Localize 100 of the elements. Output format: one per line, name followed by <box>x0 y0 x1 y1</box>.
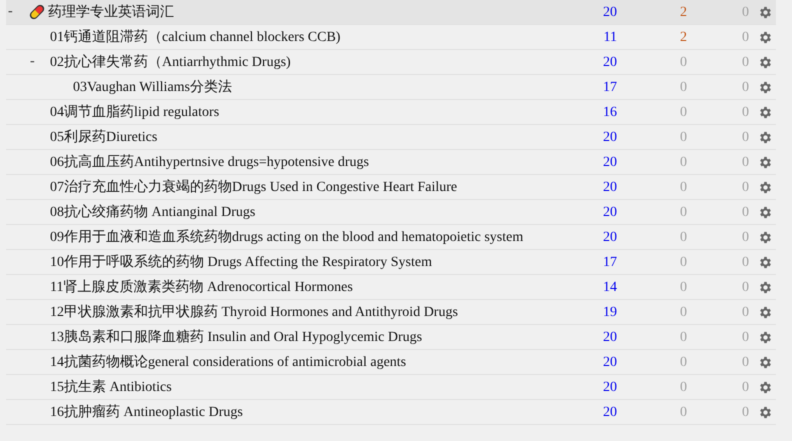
settings-icon[interactable] <box>758 380 772 394</box>
card-count: 20 <box>602 54 617 72</box>
deck-name[interactable]: 05利尿药Diuretics <box>50 126 158 148</box>
settings-icon[interactable] <box>758 154 772 170</box>
deck-row[interactable]: 07治疗充血性心力衰竭的药物Drugs Used in Congestive Heart Failure 20 0 0 <box>6 175 776 200</box>
card-count: 20 <box>602 178 617 196</box>
deck-name[interactable]: 15抗生素 Antibiotics <box>50 376 172 398</box>
card-count: 0 <box>679 204 687 222</box>
settings-icon[interactable] <box>758 304 772 320</box>
deck-name[interactable]: 16抗肿瘤药 Antineoplastic Drugs <box>50 402 243 422</box>
collapse-toggle[interactable]: - <box>30 55 35 69</box>
deck-name[interactable]: 07治疗充血性心力衰竭的药物Drugs Used in Congestive Heart Failure <box>50 176 458 198</box>
card-count: 0 <box>741 228 749 246</box>
card-count: 0 <box>741 28 749 46</box>
deck-name[interactable]: 03Vaughan Williams分类法 <box>73 76 232 98</box>
deck-row[interactable]: 03Vaughan Williams分类法 17 0 0 <box>6 75 776 100</box>
card-count: 20 <box>602 128 617 146</box>
card-count: 0 <box>741 4 749 22</box>
deck-row[interactable]: 09作用于血液和造血系统药物drugs acting on the blood and hematopoietic system 20 0 0 <box>6 225 776 250</box>
settings-icon[interactable] <box>758 280 772 294</box>
settings-icon[interactable] <box>758 180 772 194</box>
card-count: 17 <box>602 78 617 96</box>
card-count: 20 <box>602 4 617 22</box>
settings-icon[interactable] <box>758 54 772 70</box>
deck-row[interactable]: 10作用于呼吸系统的药物 Drugs Affecting the Respiratory System 17 0 0 <box>6 250 776 275</box>
deck-row[interactable]: 08抗心绞痛药物 Antianginal Drugs 20 0 0 <box>6 200 776 225</box>
card-count: 20 <box>602 204 617 222</box>
card-count: 20 <box>602 354 617 372</box>
card-count: 16 <box>602 104 617 122</box>
deck-row[interactable]: 12甲状腺激素和抗甲状腺药 Thyroid Hormones and Antithyroid Drugs 19 0 0 <box>6 300 776 325</box>
card-count: 0 <box>679 354 687 372</box>
deck-name[interactable]: 10作用于呼吸系统的药物 Drugs Affecting the Respiratory System <box>50 252 432 272</box>
settings-icon[interactable] <box>758 404 772 420</box>
card-count: 0 <box>741 254 749 272</box>
deck-name[interactable]: 02抗心律失常药（Antiarrhythmic Drugs) <box>50 52 291 72</box>
card-count: 20 <box>602 154 617 172</box>
card-count: 0 <box>741 178 749 196</box>
deck-row[interactable]: 13胰岛素和口服降血糖药 Insulin and Oral Hypoglycemic Drugs 20 0 0 <box>6 325 776 350</box>
deck-row[interactable]: 05利尿药Diuretics 20 0 0 <box>6 125 776 150</box>
card-count: 2 <box>679 4 687 22</box>
card-count: 0 <box>679 378 687 396</box>
settings-icon[interactable] <box>758 354 772 370</box>
deck-name[interactable]: 13胰岛素和口服降血糖药 Insulin and Oral Hypoglycemic Drugs <box>50 326 422 348</box>
deck-row[interactable]: - 药理学专业英语词汇 20 2 0 <box>6 0 776 25</box>
settings-icon[interactable] <box>758 104 772 120</box>
deck-name[interactable]: 药理学专业英语词汇 <box>48 2 174 22</box>
deck-row[interactable]: 04调节血脂药lipid regulators 16 0 0 <box>6 100 776 125</box>
settings-icon[interactable] <box>758 230 772 244</box>
settings-icon[interactable] <box>758 330 772 344</box>
card-count: 20 <box>602 228 617 246</box>
card-count: 2 <box>679 28 687 46</box>
deck-name[interactable]: 08抗心绞痛药物 Antianginal Drugs <box>50 202 256 222</box>
settings-icon[interactable] <box>758 130 772 144</box>
card-count: 14 <box>602 278 617 296</box>
deck-name[interactable]: 12甲状腺激素和抗甲状腺药 Thyroid Hormones and Antithyroid Drugs <box>50 302 458 322</box>
card-count: 0 <box>741 378 749 396</box>
deck-name[interactable]: 01钙通道阻滞药（calcium channel blockers CCB) <box>50 26 340 48</box>
card-count: 0 <box>679 54 687 72</box>
settings-icon[interactable] <box>758 204 772 220</box>
deck-name[interactable]: 09作用于血液和造血系统药物drugs acting on the blood and hematopoietic system <box>50 226 524 248</box>
deck-name[interactable]: 04调节血脂药lipid regulators <box>50 102 220 122</box>
card-count: 0 <box>679 128 687 146</box>
deck-row[interactable]: 06抗高血压药Antihypertnsive drugs=hypotensive drugs 20 0 0 <box>6 150 776 175</box>
card-count: 11 <box>602 28 617 46</box>
card-count: 0 <box>679 228 687 246</box>
deck-row[interactable]: 14抗菌药物概论general considerations of antimicrobial agents 20 0 0 <box>6 350 776 375</box>
deck-row[interactable]: 11肾上腺皮质激素类药物 Adrenocortical Hormones 14 0 0 <box>6 275 776 300</box>
collapse-toggle[interactable]: - <box>8 5 13 19</box>
settings-icon[interactable] <box>758 254 772 270</box>
deck-name[interactable]: 11肾上腺皮质激素类药物 Adrenocortical Hormones <box>50 276 353 298</box>
card-count: 0 <box>741 404 749 422</box>
card-count: 0 <box>741 78 749 96</box>
card-count: 0 <box>679 328 687 346</box>
card-count: 0 <box>741 54 749 72</box>
deck-row[interactable]: 01钙通道阻滞药（calcium channel blockers CCB) 11 2 0 <box>6 25 776 50</box>
deck-name[interactable]: 06抗高血压药Antihypertnsive drugs=hypotensive drugs <box>50 152 369 172</box>
card-count: 0 <box>679 278 687 296</box>
card-count: 20 <box>602 328 617 346</box>
card-count: 0 <box>741 154 749 172</box>
card-count: 0 <box>741 354 749 372</box>
card-count: 0 <box>679 404 687 422</box>
card-count: 0 <box>741 128 749 146</box>
settings-icon[interactable] <box>758 80 772 94</box>
deck-row[interactable]: 15抗生素 Antibiotics 20 0 0 <box>6 375 776 400</box>
deck-name[interactable]: 14抗菌药物概论general considerations of antimicrobial agents <box>50 352 406 372</box>
card-count: 20 <box>602 404 617 422</box>
settings-icon[interactable] <box>758 4 772 20</box>
card-count: 0 <box>741 204 749 222</box>
card-count: 17 <box>602 254 617 272</box>
card-count: 0 <box>679 304 687 322</box>
card-count: 0 <box>679 154 687 172</box>
card-count: 0 <box>679 78 687 96</box>
card-count: 19 <box>602 304 617 322</box>
deck-row[interactable]: - 02抗心律失常药（Antiarrhythmic Drugs) 20 0 0 <box>6 50 776 75</box>
card-count: 0 <box>679 178 687 196</box>
deck-row[interactable]: 16抗肿瘤药 Antineoplastic Drugs 20 0 0 <box>6 400 776 425</box>
settings-icon[interactable] <box>758 30 772 44</box>
card-count: 0 <box>741 304 749 322</box>
card-count: 0 <box>741 328 749 346</box>
card-count: 20 <box>602 378 617 396</box>
